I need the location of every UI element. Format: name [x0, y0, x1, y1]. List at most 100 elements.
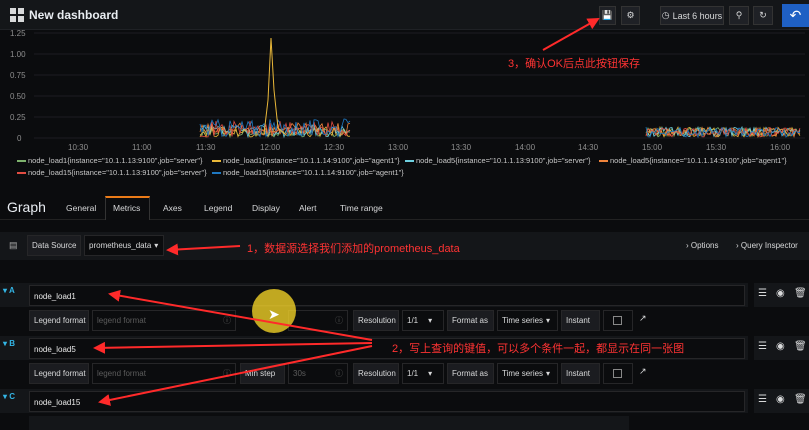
grid-lines — [34, 32, 805, 139]
delete-icon[interactable]: 🗑 — [794, 341, 807, 352]
menu-icon[interactable]: ☰ — [758, 288, 767, 299]
external-link-icon[interactable]: ↗ — [639, 313, 647, 324]
top-navbar: New dashboard 💾 ⚙ ◷ Last 6 hours ⚲ ↻ ↶ — [0, 0, 809, 30]
options-toggle[interactable]: › Options — [686, 241, 718, 250]
legend-item[interactable]: node_load1{instance="10.1.1.14:9100",job… — [212, 155, 400, 167]
eye-icon[interactable]: ◉ — [776, 288, 785, 299]
format-as-select[interactable]: Time series ▾ — [497, 310, 558, 331]
caret-down-icon: ▾ — [546, 316, 551, 325]
menu-icon[interactable]: ☰ — [758, 341, 767, 352]
tab-legend[interactable]: Legend — [204, 203, 232, 213]
query-options-row-c-partial — [29, 416, 629, 430]
y-tick-label: 0 — [17, 134, 22, 143]
format-as-select[interactable]: Time series ▾ — [497, 363, 558, 384]
x-axis: 10:30 11:00 11:30 12:00 12:30 13:00 13:3… — [68, 143, 791, 152]
legend-item[interactable]: node_load15{instance="10.1.1.14:9100",jo… — [212, 167, 404, 179]
instant-checkbox[interactable] — [603, 363, 633, 384]
legend-label: node_load15{instance="10.1.1.14:9100",jo… — [223, 168, 404, 177]
legend-swatch — [17, 172, 26, 175]
annotation-step-1: 1，数据源选择我们添加的prometheus_data — [247, 243, 460, 255]
legend-format-label: Legend format — [29, 363, 89, 384]
query-row-a: ▾ A node_load1 — [0, 283, 748, 307]
y-tick-label: 1.00 — [10, 50, 26, 59]
y-tick-label: 0.50 — [10, 92, 26, 101]
x-tick-label: 14:00 — [515, 143, 536, 152]
time-picker-button[interactable]: ◷ Last 6 hours — [660, 6, 724, 25]
tab-time-range[interactable]: Time range — [340, 203, 383, 213]
format-as-label: Format as — [447, 310, 494, 331]
legend-label: node_load1{instance="10.1.1.13:9100",job… — [28, 156, 203, 165]
menu-icon[interactable]: ☰ — [758, 394, 767, 405]
legend-item[interactable]: node_load1{instance="10.1.1.13:9100",job… — [17, 155, 203, 167]
x-tick-label: 13:30 — [451, 143, 472, 152]
save-dashboard-button[interactable]: 💾 — [599, 6, 616, 25]
back-to-dashboard-button[interactable]: ↶ — [782, 4, 809, 27]
legend-item[interactable]: node_load15{instance="10.1.1.13:9100",jo… — [17, 167, 207, 179]
y-tick-label: 0.75 — [10, 71, 26, 80]
legend-item[interactable]: node_load5{instance="10.1.1.13:9100",job… — [405, 155, 591, 167]
query-letter[interactable]: ▾ B — [3, 339, 15, 348]
instant-checkbox[interactable] — [603, 310, 633, 331]
info-icon: ⓘ — [335, 369, 343, 378]
legend-format-input[interactable]: legend format ⓘ — [92, 310, 236, 331]
query-inspector-toggle[interactable]: › Query Inspector — [736, 241, 798, 250]
caret-down-icon: ▾ — [428, 316, 433, 325]
query-expression-input[interactable]: node_load15 — [29, 391, 745, 412]
dashboards-grid-icon[interactable] — [10, 8, 24, 22]
x-tick-label: 13:00 — [388, 143, 409, 152]
query-letter[interactable]: ▾ A — [3, 286, 15, 295]
legend-format-input[interactable]: legend format ⓘ — [92, 363, 236, 384]
info-icon: ⓘ — [223, 369, 231, 378]
refresh-button[interactable]: ↻ — [753, 6, 773, 25]
query-expression-input[interactable]: node_load1 — [29, 285, 745, 306]
tab-axes[interactable]: Axes — [163, 203, 182, 213]
eye-icon[interactable]: ◉ — [776, 394, 785, 405]
legend-label: node_load1{instance="10.1.1.14:9100",job… — [223, 156, 400, 165]
tab-general[interactable]: General — [66, 203, 96, 213]
series-spike — [263, 37, 286, 135]
database-icon: ▤ — [9, 240, 18, 250]
info-icon: ⓘ — [335, 316, 343, 325]
legend-item[interactable]: node_load5{instance="10.1.1.14:9100",job… — [599, 155, 787, 167]
settings-button[interactable]: ⚙ — [621, 6, 640, 25]
y-tick-label: 1.25 — [10, 30, 26, 38]
tab-display[interactable]: Display — [252, 203, 280, 213]
legend-label: node_load5{instance="10.1.1.14:9100",job… — [610, 156, 787, 165]
data-source-value: prometheus_data — [89, 241, 152, 250]
graph-canvas: 1.25 1.00 0.75 0.50 0.25 0 10:30 11:00 1… — [10, 30, 805, 152]
gear-icon: ⚙ — [626, 10, 635, 20]
legend-swatch — [599, 160, 608, 163]
x-tick-label: 16:00 — [770, 143, 791, 152]
legend-swatch — [405, 160, 414, 163]
query-letter[interactable]: ▾ C — [3, 392, 15, 401]
resolution-select[interactable]: 1/1 ▾ — [402, 363, 444, 384]
time-range-label: Last 6 hours — [672, 10, 723, 21]
instant-label: Instant — [561, 363, 600, 384]
dashboard-title[interactable]: New dashboard — [29, 8, 118, 22]
min-step-input[interactable]: ⓘ — [288, 310, 348, 331]
info-icon: ⓘ — [223, 316, 231, 325]
caret-down-icon: ▾ — [154, 241, 159, 250]
legend-format-label: Legend format — [29, 310, 89, 331]
legend-swatch — [212, 160, 221, 163]
data-source-select[interactable]: prometheus_data ▾ — [84, 235, 164, 256]
x-tick-label: 10:30 — [68, 143, 89, 152]
tab-metrics[interactable]: Metrics — [113, 203, 140, 213]
format-as-label: Format as — [447, 363, 494, 384]
x-tick-label: 12:30 — [324, 143, 345, 152]
delete-icon[interactable]: 🗑 — [794, 394, 807, 405]
zoom-out-button[interactable]: ⚲ — [729, 6, 749, 25]
annotation-step-2: 2，写上查询的键值，可以多个条件一起，都显示在同一张图 — [392, 343, 685, 355]
external-link-icon[interactable]: ↗ — [639, 366, 647, 377]
caret-down-icon: ▾ — [546, 369, 551, 378]
delete-icon[interactable]: 🗑 — [794, 288, 807, 299]
query-row-c: ▾ C node_load15 — [0, 389, 748, 413]
save-icon: 💾 — [601, 10, 614, 20]
resolution-select[interactable]: 1/1 ▾ — [402, 310, 444, 331]
mouse-pointer-icon: ➤ — [268, 306, 280, 322]
search-icon: ⚲ — [735, 10, 743, 20]
min-step-input[interactable]: 30s ⓘ — [288, 363, 348, 384]
eye-icon[interactable]: ◉ — [776, 341, 785, 352]
query-actions: ☰ ◉ 🗑 — [754, 389, 809, 413]
tab-alert[interactable]: Alert — [299, 203, 316, 213]
